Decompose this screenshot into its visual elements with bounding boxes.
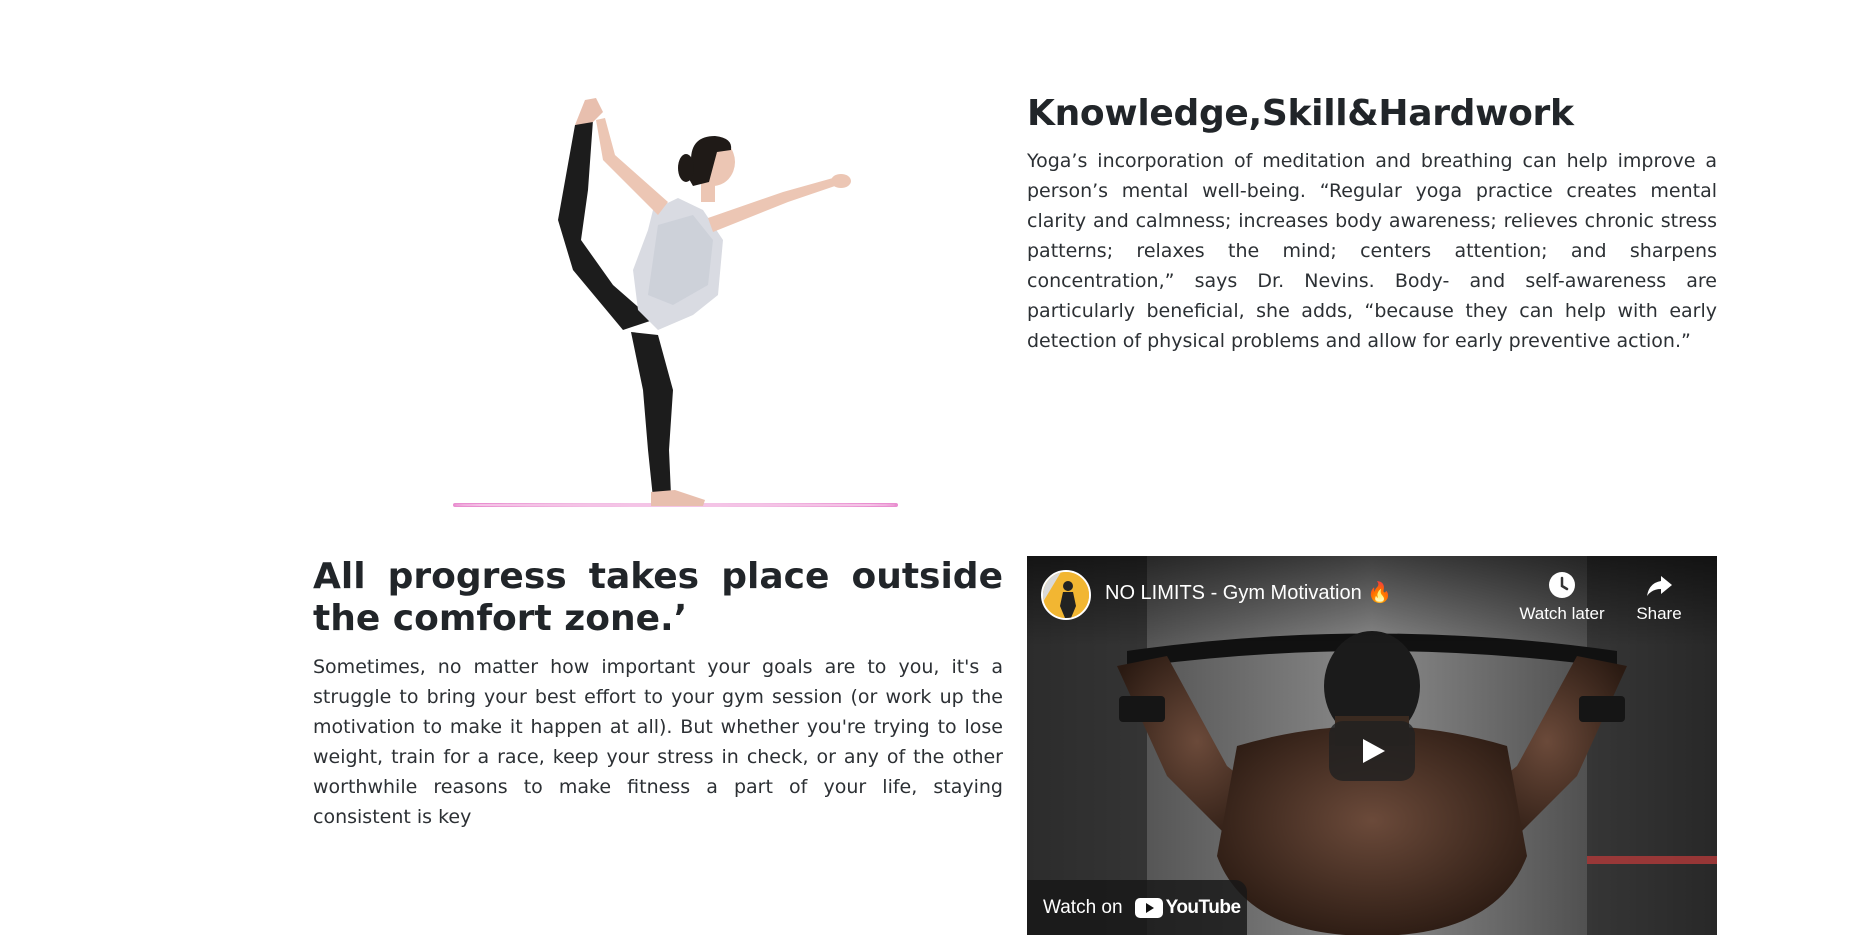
progress-text-block: All progress takes place outside the com…: [313, 556, 1003, 832]
youtube-play-icon: [1134, 898, 1163, 918]
progress-paragraph: Sometimes, no matter how important your …: [313, 656, 1003, 828]
play-button[interactable]: [1329, 721, 1415, 781]
yoga-section: Knowledge,Skill&Hardwork Yoga’s incorpor…: [313, 90, 1717, 510]
youtube-wordmark: YouTube: [1165, 897, 1241, 918]
play-icon: [1363, 739, 1385, 763]
knowledge-paragraph: Yoga’s incorporation of meditation and b…: [1027, 150, 1717, 352]
clock-icon: [1549, 572, 1575, 598]
youtube-video-embed[interactable]: NO LIMITS - Gym Motivation 🔥 Watch later…: [1027, 556, 1717, 935]
watch-on-label: Watch on: [1043, 897, 1123, 918]
share-button[interactable]: Share: [1624, 570, 1694, 624]
share-arrow-icon: [1647, 576, 1672, 596]
channel-avatar[interactable]: [1041, 570, 1091, 620]
progress-heading: All progress takes place outside the com…: [313, 556, 1003, 639]
gym-section: All progress takes place outside the com…: [313, 556, 1717, 935]
youtube-logo: YouTube: [1134, 897, 1241, 919]
knowledge-heading: Knowledge,Skill&Hardwork: [1027, 93, 1574, 134]
video-title[interactable]: NO LIMITS - Gym Motivation 🔥: [1105, 580, 1392, 605]
share-label: Share: [1636, 604, 1682, 623]
watch-later-label: Watch later: [1519, 604, 1605, 623]
yoga-pose-image: [313, 90, 1003, 510]
watch-later-button[interactable]: Watch later: [1512, 570, 1612, 624]
knowledge-text-block: Knowledge,Skill&Hardwork Yoga’s incorpor…: [1027, 90, 1717, 356]
watch-on-youtube-button[interactable]: Watch on YouTube: [1027, 880, 1247, 935]
